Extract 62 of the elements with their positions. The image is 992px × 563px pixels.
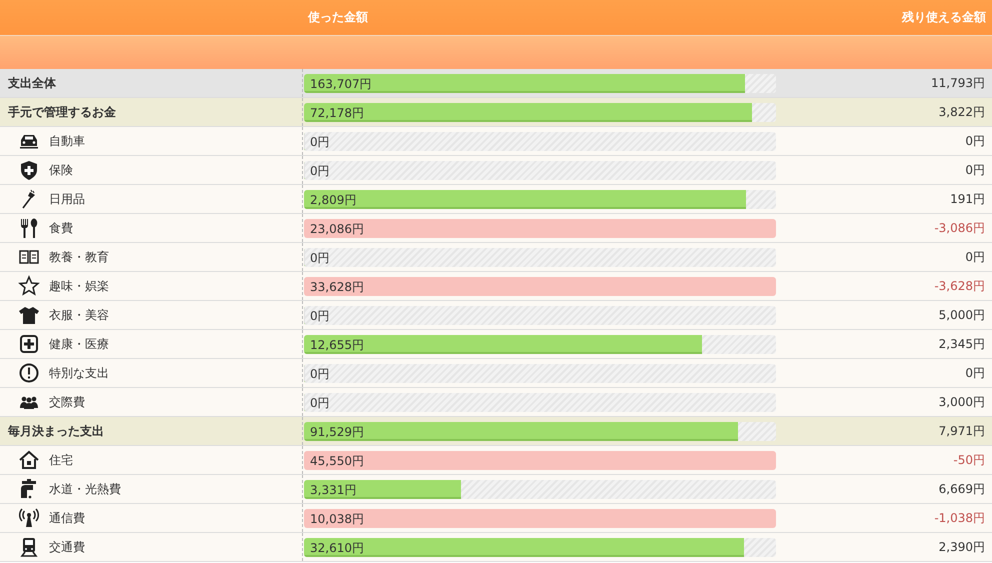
spent-column-header: 使った金額 (306, 9, 369, 26)
category-label: 教養・教育 (49, 248, 109, 266)
spent-amount: 0円 (310, 250, 330, 266)
category-label: 自動車 (49, 132, 85, 150)
remaining-amount: 191円 (950, 192, 985, 206)
remaining-amount: -3,086円 (934, 220, 985, 234)
spent-amount: 32,610円 (310, 540, 364, 556)
category-label: 通信費 (49, 510, 85, 526)
spent-amount: 0円 (310, 366, 330, 382)
spent-amount: 0円 (310, 162, 330, 180)
remaining-amount: -1,038円 (934, 510, 985, 524)
category-label: 交際費 (49, 394, 85, 410)
category-label: 保険 (49, 162, 73, 178)
category-label: 衣服・美容 (49, 306, 109, 324)
category-label: 食費 (49, 220, 73, 236)
antenna-icon (18, 507, 40, 529)
spent-amount: 72,178円 (310, 104, 364, 122)
remaining-amount: -50円 (953, 452, 985, 466)
spent-amount: 33,628円 (310, 278, 364, 296)
remaining-amount: 0円 (965, 134, 985, 148)
fork-spoon-icon (18, 217, 40, 239)
spent-amount: 23,086円 (310, 220, 364, 238)
spent-amount: 45,550円 (310, 452, 364, 470)
category-label: 日用品 (49, 190, 85, 208)
remaining-amount: 2,390円 (938, 540, 985, 554)
spent-amount: 10,038円 (310, 510, 364, 528)
category-label: 特別な支出 (49, 364, 109, 382)
category-label: 手元で管理するお金 (8, 104, 116, 120)
remaining-amount: 0円 (965, 162, 985, 176)
shirt-icon (18, 304, 40, 326)
remaining-amount: 7,971円 (938, 424, 985, 438)
spent-amount: 0円 (310, 394, 330, 412)
category-label: 水道・光熱費 (49, 480, 121, 498)
category-label: 健康・医療 (49, 336, 109, 352)
spent-amount: 0円 (310, 134, 330, 150)
star-icon (18, 275, 40, 297)
remaining-amount: 0円 (965, 366, 985, 380)
exclamation-icon (18, 362, 40, 384)
remaining-amount: 11,793円 (931, 76, 985, 90)
spent-amount: 91,529円 (310, 424, 364, 440)
category-label: 住宅 (49, 452, 73, 468)
category-label: 支出全体 (8, 74, 56, 92)
remaining-amount: 3,822円 (938, 104, 985, 118)
remaining-column-header: 残り使える金額 (900, 9, 987, 26)
spent-amount: 0円 (310, 308, 330, 324)
spent-amount: 2,809円 (310, 192, 356, 208)
remaining-amount: 5,000円 (938, 308, 985, 322)
spent-amount: 12,655円 (310, 336, 364, 354)
spent-amount: 3,331円 (310, 482, 356, 498)
category-label: 交通費 (49, 538, 85, 556)
remaining-amount: 6,669円 (938, 482, 985, 496)
category-label: 趣味・娯楽 (49, 278, 109, 294)
remaining-amount: 0円 (965, 250, 985, 264)
shield-icon (18, 159, 40, 181)
house-icon (18, 449, 40, 471)
remaining-amount: -3,628円 (934, 278, 985, 292)
remaining-amount: 2,345円 (938, 336, 985, 350)
medical-cross-icon (18, 333, 40, 355)
remaining-amount: 3,000円 (938, 394, 985, 408)
train-icon (18, 536, 40, 558)
category-label: 毎月決まった支出 (8, 422, 104, 440)
spent-amount: 163,707円 (310, 76, 372, 92)
